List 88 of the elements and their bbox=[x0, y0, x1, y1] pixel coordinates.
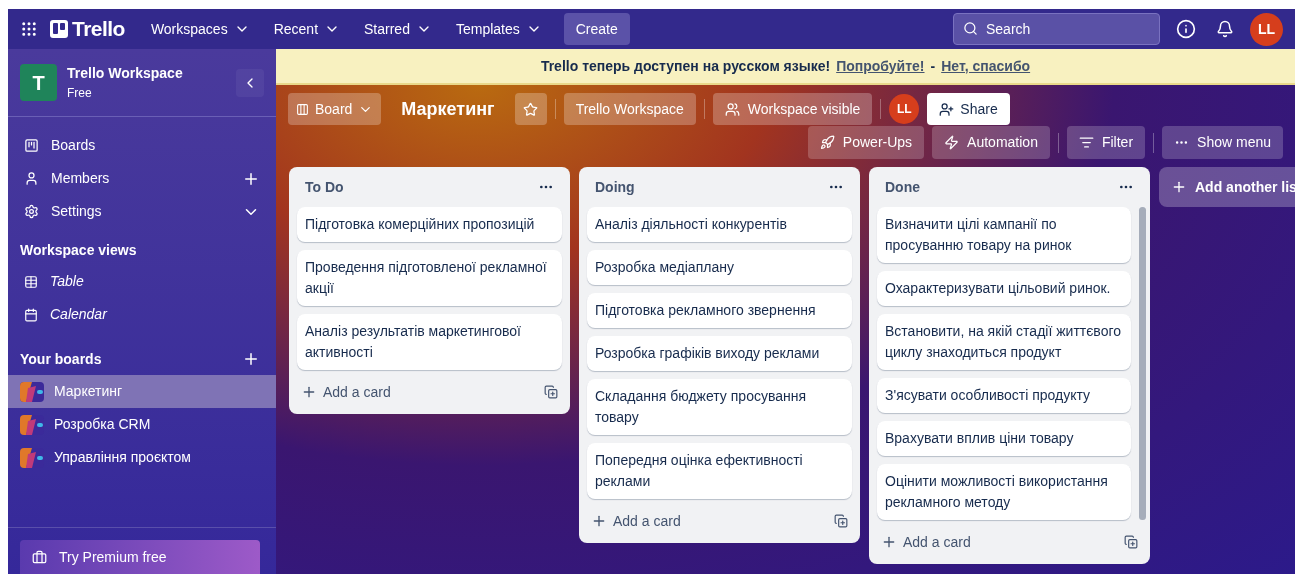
sidebar-item[interactable]: Members bbox=[51, 168, 242, 189]
task-card[interactable]: Розробка медіаплану bbox=[587, 250, 852, 285]
workspace-name: Trello Workspace bbox=[67, 64, 184, 83]
add-icon bbox=[881, 534, 897, 550]
app-name: Trello bbox=[72, 16, 125, 43]
sidebar-item[interactable]: Settings bbox=[51, 201, 242, 222]
task-card[interactable]: Визначити цілі кампанії по просуванню товару на ринок bbox=[877, 207, 1131, 263]
sidebar-item[interactable]: Table bbox=[50, 271, 84, 292]
premium-button[interactable]: Try Premium free bbox=[20, 540, 260, 574]
tool-icon bbox=[944, 135, 960, 150]
add-card-button[interactable]: Add a card bbox=[591, 510, 681, 532]
banner-link[interactable]: Нет, спасибо bbox=[941, 55, 1031, 77]
add-icon bbox=[591, 513, 607, 529]
board-view-icon bbox=[296, 102, 309, 116]
search-field[interactable]: Search bbox=[953, 13, 1160, 45]
board-item[interactable]: Управління проєктом bbox=[8, 441, 276, 474]
star-icon bbox=[523, 101, 539, 117]
share-button[interactable]: Share bbox=[927, 93, 1010, 125]
template-icon[interactable] bbox=[1124, 535, 1138, 549]
section-heading: Workspace views bbox=[19, 241, 138, 260]
task-card[interactable]: Аналіз результатів маркетингової активності bbox=[297, 314, 562, 370]
board-thumbnail-icon bbox=[20, 447, 44, 468]
nav-menu[interactable]: Workspaces bbox=[140, 13, 260, 45]
section-heading: Your boards bbox=[20, 349, 103, 369]
notifications-icon[interactable] bbox=[1216, 20, 1234, 38]
task-card[interactable]: Аналіз діяльності конкурентів bbox=[587, 207, 852, 242]
sidebar-item-icon bbox=[24, 171, 39, 186]
view-icon bbox=[24, 274, 38, 289]
sidebar-item[interactable]: Calendar bbox=[50, 304, 107, 325]
nav-menu[interactable]: Starred bbox=[354, 13, 442, 45]
search-icon bbox=[963, 21, 978, 36]
create-button[interactable]: Create bbox=[563, 13, 630, 45]
task-card[interactable]: Підготовка рекламного звернення bbox=[587, 293, 852, 328]
sidebar-item-icon bbox=[24, 204, 39, 219]
add-card-button[interactable]: Add a card bbox=[881, 531, 971, 553]
user-avatar[interactable]: LL bbox=[1250, 12, 1283, 46]
briefcase-icon bbox=[32, 549, 47, 565]
board-tool-button[interactable]: Power-Ups bbox=[807, 126, 925, 159]
task-card[interactable]: Попередня оцінка ефективності реклами bbox=[587, 443, 852, 499]
add-icon bbox=[1171, 179, 1187, 195]
banner-separator: - bbox=[930, 56, 936, 76]
board-item[interactable]: Розробка CRM bbox=[8, 408, 276, 441]
nav-menu[interactable]: Recent bbox=[263, 13, 350, 45]
member-avatar[interactable]: LL bbox=[889, 94, 920, 124]
users-icon bbox=[724, 101, 740, 117]
info-icon[interactable] bbox=[1176, 19, 1196, 39]
board-tool-button[interactable]: Show menu bbox=[1162, 126, 1283, 159]
banner-link[interactable]: Попробуйте! bbox=[836, 55, 925, 77]
board-title[interactable]: Маркетинг bbox=[389, 95, 507, 123]
task-card[interactable]: Складання бюджету просування товару bbox=[587, 379, 852, 435]
star-button[interactable] bbox=[514, 93, 547, 125]
sidebar-item[interactable]: Boards bbox=[51, 135, 260, 156]
task-card[interactable]: Проведення підготовленої рекламної акції bbox=[297, 250, 562, 306]
task-card[interactable]: Розробка графіків виходу реклами bbox=[587, 336, 852, 371]
add-user-icon bbox=[939, 101, 955, 117]
task-card[interactable]: Врахувати вплив ціни товару bbox=[877, 421, 1131, 456]
task-card[interactable]: Охарактеризувати цільовий ринок. bbox=[877, 271, 1131, 306]
workspace-button[interactable]: Trello Workspace bbox=[563, 93, 696, 125]
board-tool-button[interactable]: Automation bbox=[932, 126, 1050, 159]
board-tool-button[interactable]: Filter bbox=[1066, 126, 1146, 159]
board-thumbnail-icon bbox=[20, 381, 44, 402]
add-icon bbox=[301, 384, 317, 400]
list-title[interactable]: Doing bbox=[595, 176, 635, 198]
sidebar-item-icon bbox=[24, 138, 39, 153]
board-thumbnail-icon bbox=[20, 414, 44, 435]
board-item[interactable]: Маркетинг bbox=[8, 375, 276, 408]
logo-icon bbox=[50, 20, 68, 38]
task-card[interactable]: Оцінити можливості використання рекламного методу bbox=[877, 464, 1131, 520]
app-switcher-icon[interactable] bbox=[20, 20, 38, 38]
tool-icon bbox=[1078, 135, 1094, 150]
collapse-sidebar-button[interactable] bbox=[236, 68, 264, 97]
workspace-plan: Free bbox=[67, 85, 93, 102]
task-card[interactable]: З'ясувати особливості продукту bbox=[877, 378, 1131, 413]
tool-icon bbox=[819, 135, 835, 150]
nav-menu[interactable]: Templates bbox=[445, 13, 552, 45]
view-icon bbox=[24, 307, 38, 322]
scrollbar[interactable] bbox=[1139, 207, 1146, 520]
task-card[interactable]: Підготовка комерційних пропозицій bbox=[297, 207, 562, 242]
workspace-avatar: T bbox=[20, 64, 57, 101]
task-card[interactable]: Встановити, на якій стадії життєвого циклу знаходиться продукт bbox=[877, 314, 1131, 370]
template-icon[interactable] bbox=[544, 385, 558, 399]
banner-text: Trello теперь доступен на русском языке! bbox=[540, 56, 831, 76]
add-card-button[interactable]: Add a card bbox=[301, 381, 391, 403]
list-title[interactable]: Done bbox=[885, 176, 920, 198]
add-icon[interactable] bbox=[242, 350, 260, 368]
template-icon[interactable] bbox=[834, 514, 848, 528]
list-title[interactable]: To Do bbox=[305, 176, 344, 198]
visibility-button[interactable]: Workspace visible bbox=[712, 93, 873, 125]
